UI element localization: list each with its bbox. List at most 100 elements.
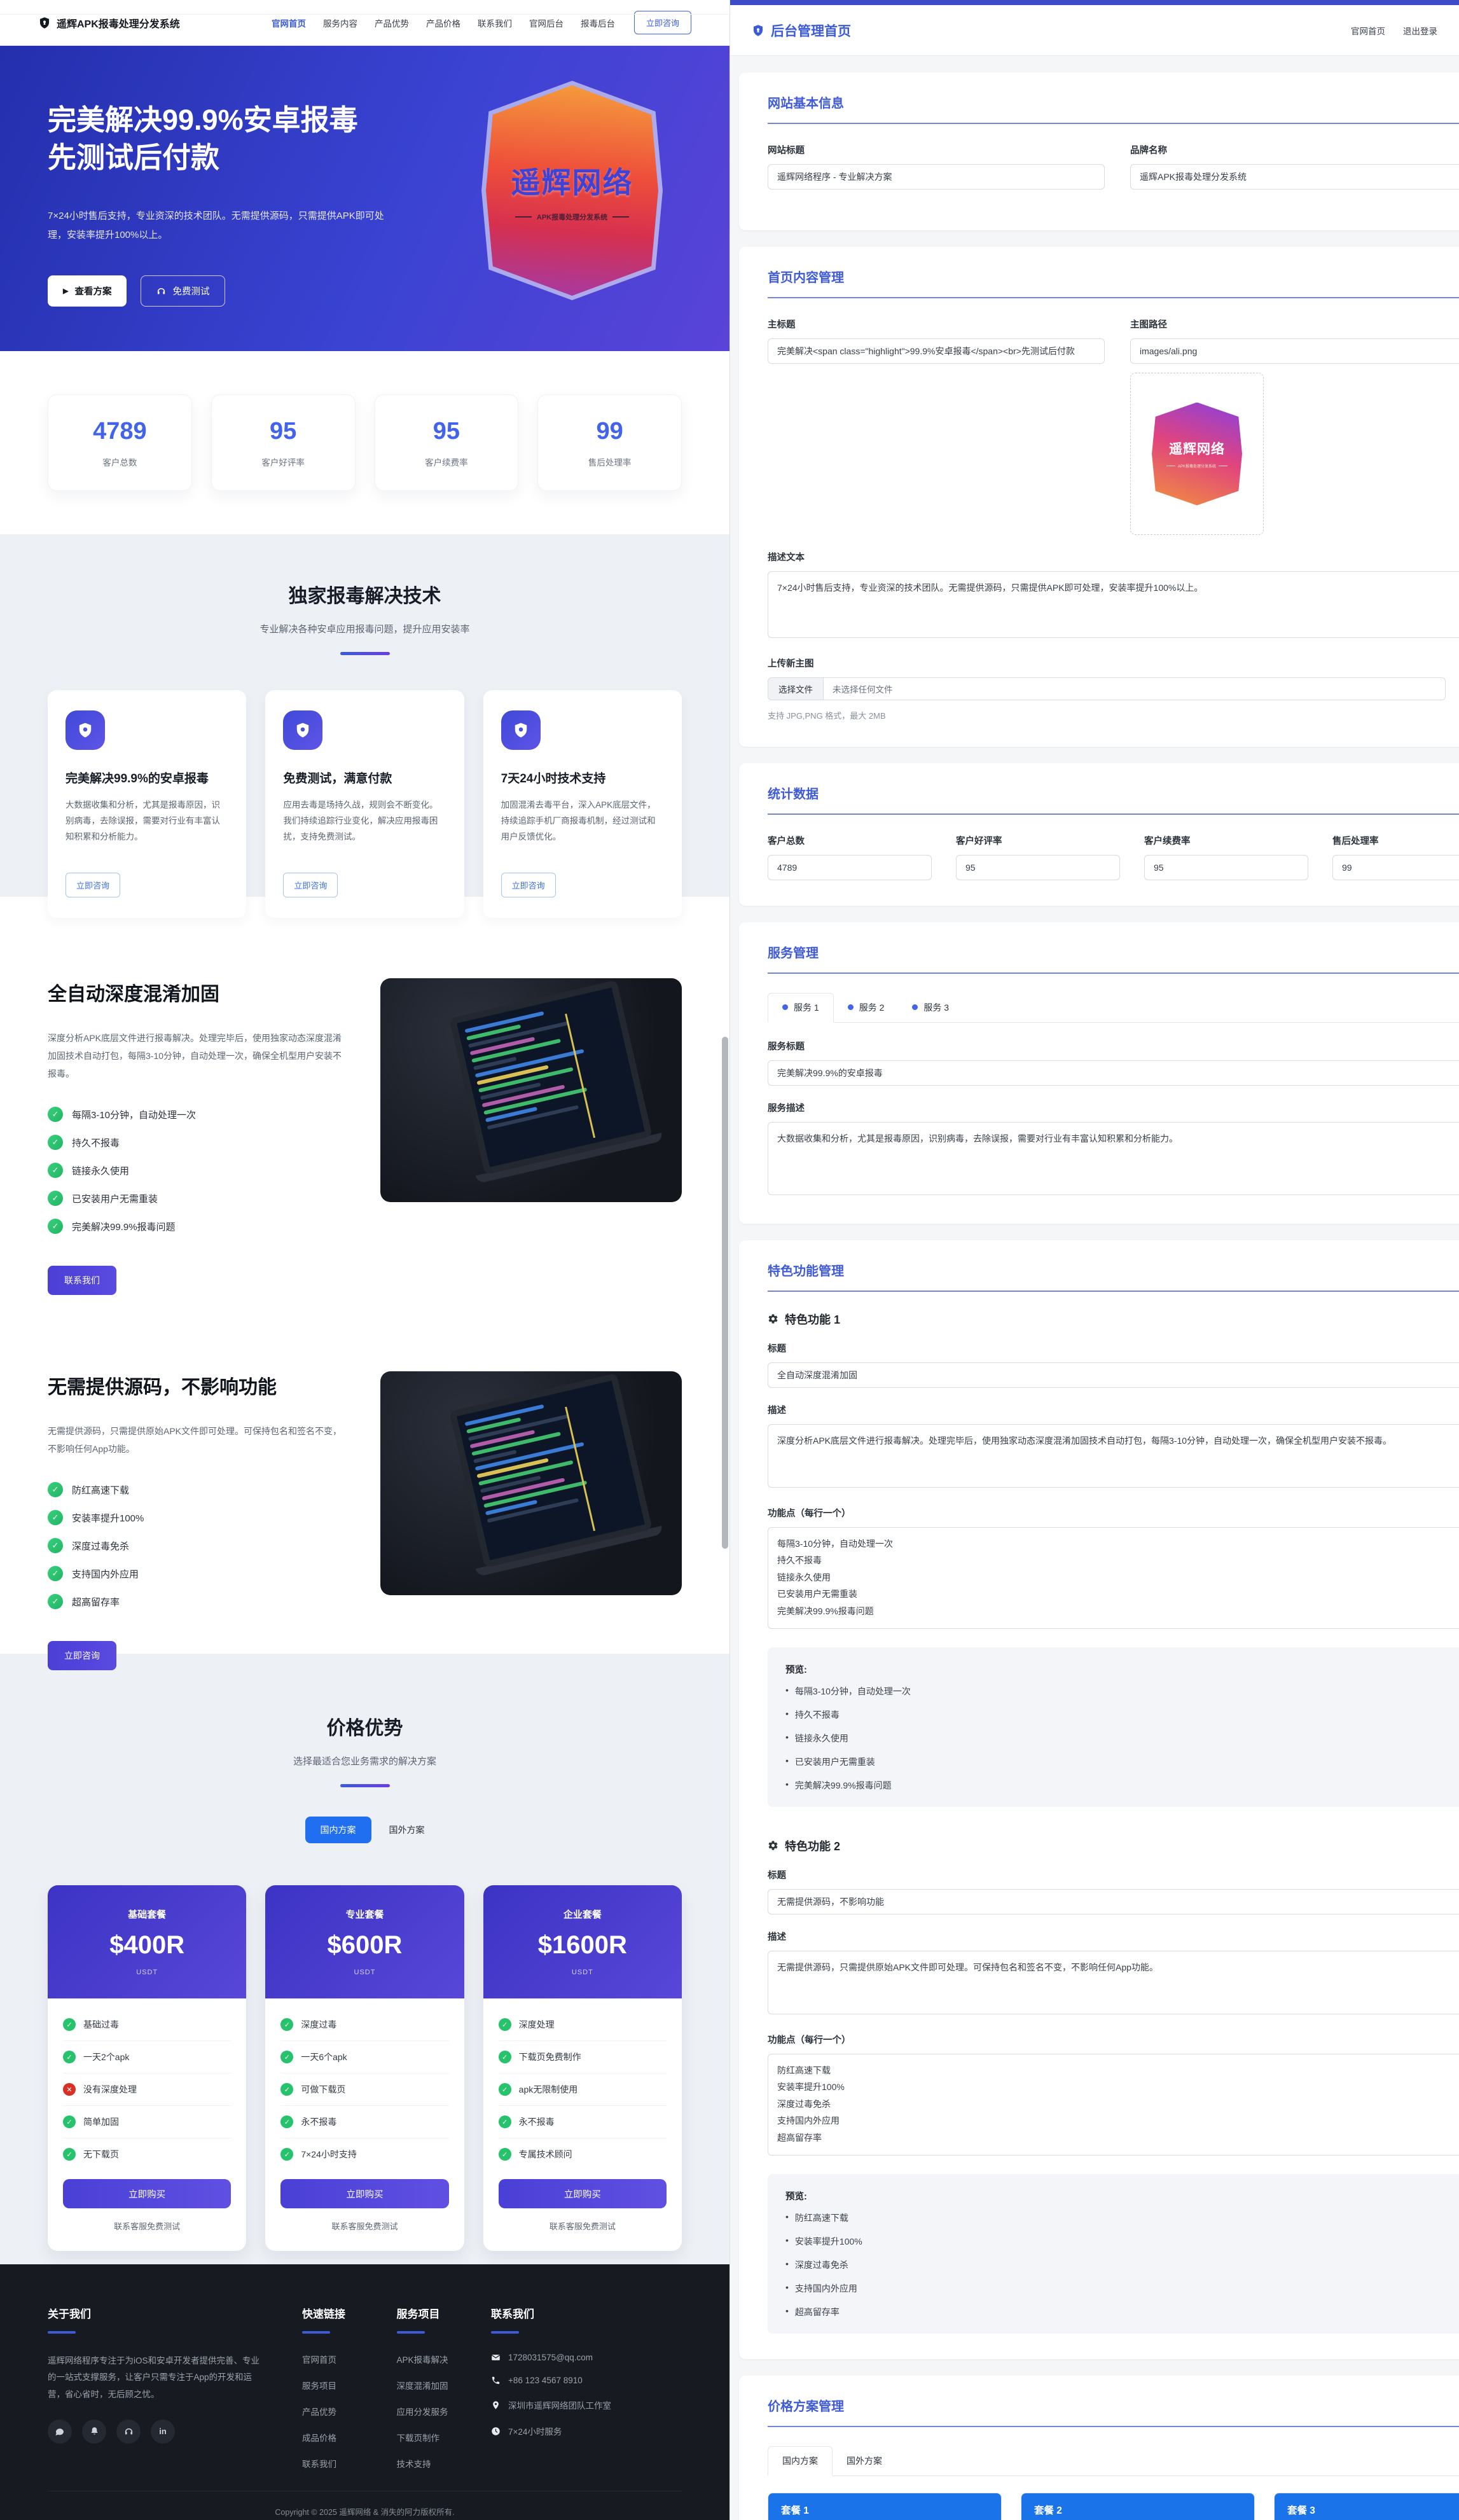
- consult-button[interactable]: 立即咨询: [283, 873, 338, 897]
- pricing-tabs: 国内方案 国外方案: [768, 2446, 1459, 2476]
- footer-link[interactable]: 官网首页: [302, 2353, 397, 2365]
- tab-overseas-plan[interactable]: 国外方案: [833, 2446, 896, 2475]
- plan-note[interactable]: 联系客服免费测试: [280, 2220, 448, 2232]
- consult-now-button[interactable]: 立即咨询: [634, 11, 691, 34]
- nav-item-admin[interactable]: 官网后台: [529, 17, 564, 29]
- consult-button[interactable]: 立即咨询: [66, 873, 120, 897]
- package-header: 套餐 3: [1275, 2493, 1459, 2520]
- stat-card-aftersale: 99 售后处理率: [537, 394, 682, 491]
- tab-label: 服务 3: [923, 1001, 949, 1014]
- footer-link[interactable]: 技术支持: [397, 2457, 492, 2470]
- free-test-label: 免费测试: [172, 284, 209, 298]
- free-test-button[interactable]: 免费测试: [141, 275, 225, 307]
- domestic-plan-tab[interactable]: 国内方案: [305, 1817, 371, 1843]
- stat-aftersale-input[interactable]: [1332, 855, 1459, 880]
- main-image-path-input[interactable]: [1130, 338, 1459, 364]
- footer-link[interactable]: 深度混淆加固: [397, 2379, 492, 2392]
- footer-link[interactable]: 服务项目: [302, 2379, 397, 2392]
- card-rule: [768, 297, 1459, 298]
- wechat-icon[interactable]: [48, 2420, 72, 2444]
- stat-label: 售后处理率: [588, 455, 632, 468]
- overseas-plan-tab[interactable]: 国外方案: [389, 1824, 425, 1836]
- tab-domestic-plan[interactable]: 国内方案: [768, 2446, 833, 2476]
- check-icon: ✓: [499, 2018, 511, 2031]
- clock-icon: [491, 2427, 501, 2436]
- plan-note[interactable]: 联系客服免费测试: [499, 2220, 667, 2232]
- plan-feature: 基础过毒: [83, 2018, 119, 2031]
- brand-badge-inner: 遥辉网络 APK报毒处理分发系统: [486, 85, 658, 296]
- check-icon: ✓: [280, 2051, 293, 2063]
- nav-item-pricing[interactable]: 产品价格: [426, 17, 460, 29]
- bell-icon[interactable]: [82, 2420, 106, 2444]
- stat-renewal-input[interactable]: [1144, 855, 1308, 880]
- nav-item-home[interactable]: 官网首页: [272, 17, 306, 29]
- feature-title-input[interactable]: [768, 1362, 1459, 1388]
- tab-service-1[interactable]: 服务 1: [768, 993, 834, 1023]
- bullet-icon: •: [785, 1708, 789, 1721]
- plan-feature: 下载页免费制作: [519, 2051, 581, 2063]
- admin-link-site-home[interactable]: 官网首页: [1351, 24, 1385, 37]
- linkedin-icon[interactable]: in: [151, 2420, 175, 2444]
- check-icon: ✓: [48, 1566, 63, 1581]
- check-icon: ✓: [63, 2148, 76, 2161]
- feature-title-label: 标题: [768, 1868, 1459, 1881]
- preview-item: 超高留存率: [795, 2306, 840, 2318]
- choose-file-button[interactable]: 选择文件: [768, 677, 824, 700]
- buy-now-button[interactable]: 立即购买: [280, 2179, 448, 2208]
- main-title-input[interactable]: [768, 338, 1105, 364]
- left-page-scrollbar[interactable]: [722, 1037, 728, 1549]
- desc-text-area[interactable]: [768, 571, 1459, 638]
- features-section: 全自动深度混淆加固 深度分析APK底层文件进行报毒解决。处理完毕后，使用独家动态…: [0, 897, 730, 1654]
- feature-points-area[interactable]: [768, 1527, 1459, 1629]
- plan-feature: 无下载页: [83, 2148, 119, 2161]
- consult-now-button[interactable]: 立即咨询: [48, 1641, 116, 1670]
- buy-now-button[interactable]: 立即购买: [63, 2179, 231, 2208]
- feature-desc-area[interactable]: [768, 1951, 1459, 2014]
- consult-button[interactable]: 立即咨询: [501, 873, 556, 897]
- site-title-label: 网站标题: [768, 143, 1105, 156]
- contact-us-button[interactable]: 联系我们: [48, 1266, 116, 1295]
- footer-link[interactable]: 产品优势: [302, 2405, 397, 2418]
- dot-icon: [912, 1004, 918, 1010]
- stat-rating-input[interactable]: [956, 855, 1120, 880]
- tab-service-3[interactable]: 服务 3: [898, 993, 963, 1022]
- site-logo[interactable]: 遥辉APK报毒处理分发系统: [38, 15, 180, 31]
- admin-link-logout[interactable]: 退出登录: [1403, 24, 1437, 37]
- plan-note[interactable]: 联系客服免费测试: [63, 2220, 231, 2232]
- nav-item-advantages[interactable]: 产品优势: [375, 17, 409, 29]
- admin-header-links: 官网首页 退出登录: [1351, 24, 1437, 37]
- service-card-2: 免费测试，满意付款 应用去毒是场持久战，规则会不断变化。我们持续追踪行业变化，解…: [265, 690, 464, 918]
- nav-item-virus-admin[interactable]: 报毒后台: [581, 17, 615, 29]
- contact-phone: +86 123 4567 8910: [508, 2376, 583, 2385]
- footer-link[interactable]: 联系我们: [302, 2457, 397, 2470]
- plan-name: 企业套餐: [564, 1907, 602, 1921]
- feature-checklist: ✓每隔3-10分钟，自动处理一次 ✓持久不报毒 ✓链接永久使用 ✓已安装用户无需…: [48, 1107, 350, 1234]
- buy-now-button[interactable]: 立即购买: [499, 2179, 667, 2208]
- service-desc-area[interactable]: [768, 1122, 1459, 1195]
- service-title-input[interactable]: [768, 1060, 1459, 1086]
- service-card-desc: 应用去毒是场持久战，规则会不断变化。我们持续追踪行业变化，解决应用报毒困扰，支持…: [283, 798, 446, 860]
- feature-desc-area[interactable]: [768, 1424, 1459, 1488]
- footer-heading-bar: [302, 2331, 330, 2334]
- section-divider-bar: [340, 652, 390, 655]
- check-icon: ✓: [63, 2115, 76, 2128]
- tab-label: 服务 2: [859, 1001, 885, 1014]
- footer-services-title: 服务项目: [397, 2305, 492, 2321]
- site-title-input[interactable]: [768, 164, 1105, 190]
- feature-points-area[interactable]: [768, 2054, 1459, 2156]
- tab-service-2[interactable]: 服务 2: [834, 993, 899, 1022]
- brand-name-input[interactable]: [1130, 164, 1459, 190]
- plan-feature: 7×24小时支持: [301, 2148, 357, 2161]
- headset-icon[interactable]: [116, 2420, 141, 2444]
- dot-icon: [848, 1004, 854, 1010]
- nav-item-contact[interactable]: 联系我们: [478, 17, 512, 29]
- footer-link[interactable]: 成品价格: [302, 2431, 397, 2444]
- nav-item-services[interactable]: 服务内容: [323, 17, 357, 29]
- view-plans-button[interactable]: ▶ 查看方案: [48, 275, 127, 307]
- footer-link[interactable]: APK报毒解决: [397, 2353, 492, 2365]
- footer-link[interactable]: 应用分发服务: [397, 2405, 492, 2418]
- plan-feature: 没有深度处理: [83, 2083, 137, 2096]
- footer-link[interactable]: 下载页制作: [397, 2431, 492, 2444]
- stat-customers-input[interactable]: [768, 855, 932, 880]
- feature-title-input[interactable]: [768, 1889, 1459, 1914]
